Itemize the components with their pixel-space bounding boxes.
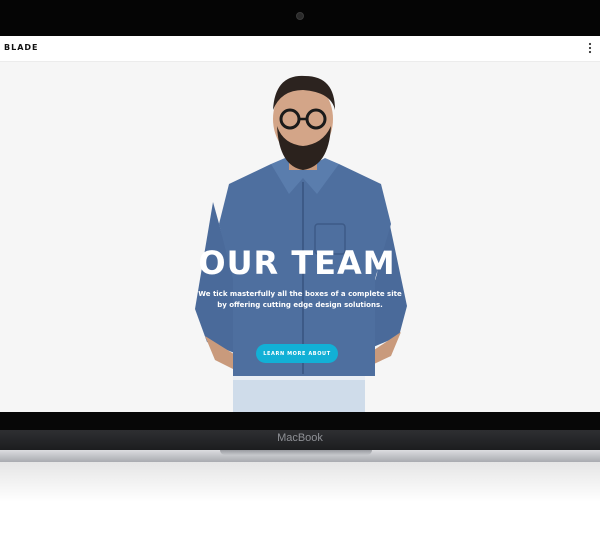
camera-icon [296,12,304,20]
laptop-brand-label: MacBook [277,432,323,444]
hero-subtitle-line-2: by offering cutting edge design solution… [217,301,383,309]
laptop-bottom-bezel [0,412,600,430]
hero-subtitle-line-1: We tick masterfully all the boxes of a c… [198,290,402,298]
laptop-top-bezel [0,0,600,36]
laptop-notch [220,450,372,455]
vertical-dots-icon[interactable] [588,42,592,54]
learn-more-button[interactable]: LEARN MORE ABOUT [256,344,338,363]
hero-title: OUR TEAM [198,244,396,282]
laptop-shadow [0,462,600,502]
laptop-screen: BLADE OUR TEAM We tick masterfully all t… [0,36,600,412]
hero-subtitle: We tick masterfully all the boxes of a c… [0,289,600,311]
hero-section: OUR TEAM We tick masterfully all the box… [0,62,600,412]
site-navbar: BLADE [0,36,600,62]
site-logo[interactable]: BLADE [4,43,39,52]
